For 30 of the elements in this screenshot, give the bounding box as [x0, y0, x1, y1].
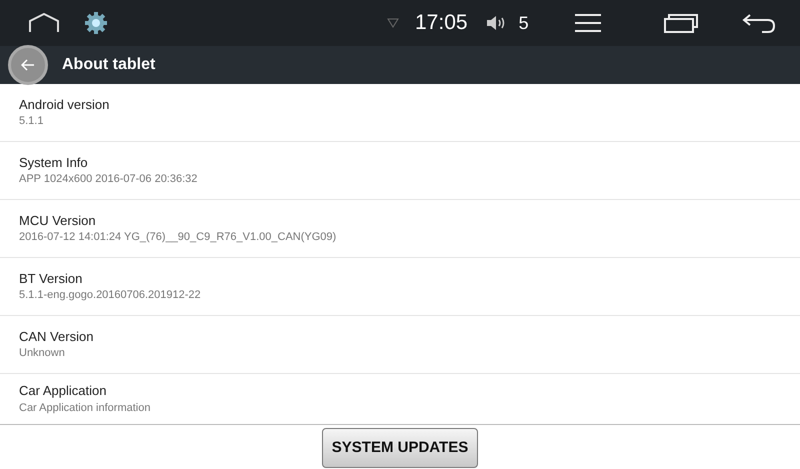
item-title: Car Application — [19, 383, 108, 399]
item-title: System Info — [19, 154, 89, 170]
item-title: Android version — [19, 96, 110, 112]
wifi-icon — [387, 18, 399, 28]
home-icon[interactable] — [29, 13, 59, 33]
item-title: BT Version — [19, 270, 84, 286]
volume-level: 5 — [518, 12, 529, 34]
back-icon[interactable] — [742, 13, 776, 33]
gear-icon[interactable] — [85, 12, 107, 34]
item-summary: Unknown — [19, 346, 66, 360]
preference-item[interactable]: CAN Version Unknown — [0, 316, 800, 374]
item-summary: Car Application information — [19, 400, 152, 415]
item-title: CAN Version — [19, 328, 94, 344]
clock: 17:05 — [415, 10, 468, 36]
back-arrow-icon — [21, 59, 35, 71]
preference-item[interactable]: Car Application Car Application information — [0, 374, 800, 424]
screen-title: About tablet — [62, 55, 156, 75]
item-summary: 5.1.1 — [19, 114, 44, 128]
system-updates-button[interactable]: SYSTEM UPDATES — [322, 428, 478, 468]
item-summary: 2016-07-12 14:01:24 YG_(76)__90_C9_R76_V1.00_CAN(YG09) — [19, 230, 338, 244]
recent-apps-icon[interactable] — [664, 13, 698, 33]
item-summary: 5.1.1-eng.gogo.20160706.201912-22 — [19, 288, 202, 302]
menu-icon[interactable] — [574, 13, 601, 33]
item-summary: APP 1024x600 2016-07-06 20:36:32 — [19, 172, 198, 186]
item-title: MCU Version — [19, 212, 97, 228]
preference-item[interactable]: BT Version 5.1.1-eng.gogo.20160706.201912-22 — [0, 258, 800, 316]
back-button[interactable] — [8, 45, 48, 85]
preference-item[interactable]: Android version 5.1.1 — [0, 84, 800, 142]
preference-item[interactable]: MCU Version 2016-07-12 14:01:24 YG_(76)__90_C9_R76_V1.00_CAN(YG09) — [0, 200, 800, 258]
preference-item[interactable]: System Info APP 1024x600 2016-07-06 20:36:32 — [0, 142, 800, 200]
